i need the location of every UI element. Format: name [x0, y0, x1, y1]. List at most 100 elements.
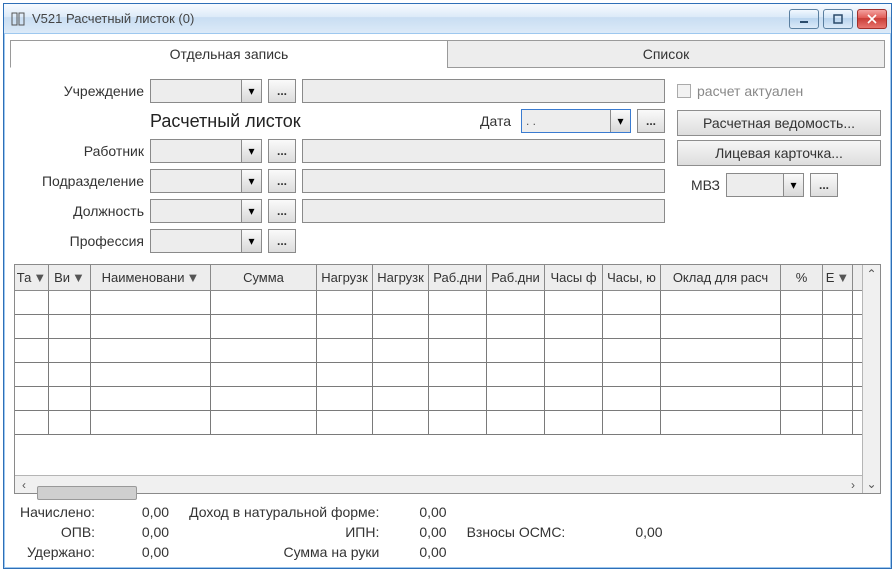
titlebar: V521 Расчетный листок (0) [4, 4, 891, 34]
col-header[interactable]: Наименовани▼ [91, 265, 211, 290]
col-header[interactable]: Нагрузк [373, 265, 429, 290]
form-right: расчет актуален Расчетная ведомость... Л… [677, 76, 881, 256]
row-profession: Профессия ▾ ... [14, 226, 665, 256]
col-header[interactable]: Раб.дни [429, 265, 487, 290]
total-opv-label: ОПВ: [20, 524, 95, 540]
grid-header: Та▼ Ви▼ Наименовани▼ Сумма Нагрузк Нагру… [15, 265, 862, 291]
date-field[interactable]: . . ▾ [521, 109, 631, 133]
tab-list[interactable]: Список [447, 40, 885, 68]
close-button[interactable] [857, 9, 887, 29]
mvz-lookup-button[interactable]: ... [810, 173, 838, 197]
table-row[interactable] [15, 411, 862, 435]
col-header[interactable]: Сумма [211, 265, 317, 290]
total-ipn-value: 0,00 [419, 524, 446, 540]
total-withheld-value: 0,00 [125, 544, 169, 560]
date-value: . . [522, 110, 610, 132]
checkbox-label: расчет актуален [697, 83, 803, 99]
total-inkind-value: 0,00 [419, 504, 446, 520]
col-header[interactable]: Нагрузк [317, 265, 373, 290]
personal-card-button[interactable]: Лицевая карточка... [677, 140, 881, 166]
department-lookup-button[interactable]: ... [268, 169, 296, 193]
chevron-down-icon[interactable]: ▾ [783, 174, 803, 196]
institution-display [302, 79, 665, 103]
totals-col-2: Доход в натуральной форме: 0,00 ИПН: 0,0… [189, 504, 447, 560]
maximize-button[interactable] [823, 9, 853, 29]
totals-area: Начислено: 0,00 ОПВ: 0,00 Удержано: 0,00… [14, 504, 881, 564]
form-left: Учреждение ▾ ... Расчетный листок Дата .… [14, 76, 665, 256]
data-grid: Та▼ Ви▼ Наименовани▼ Сумма Нагрузк Нагру… [14, 264, 881, 494]
table-row[interactable] [15, 363, 862, 387]
total-opv-value: 0,00 [125, 524, 169, 540]
row-heading: Расчетный листок Дата . . ▾ ... [14, 106, 665, 136]
col-header[interactable]: Часы, ю [603, 265, 661, 290]
col-header[interactable]: Та▼ [15, 265, 49, 290]
chevron-down-icon[interactable]: ▾ [241, 140, 261, 162]
horizontal-scrollbar[interactable]: ‹ › [15, 475, 862, 493]
app-window: V521 Расчетный листок (0) Отдельная запи… [3, 3, 892, 569]
payroll-register-button[interactable]: Расчетная ведомость... [677, 110, 881, 136]
mvz-combo[interactable]: ▾ [726, 173, 804, 197]
chevron-down-icon[interactable]: ▾ [241, 230, 261, 252]
profession-combo[interactable]: ▾ [150, 229, 262, 253]
table-row[interactable] [15, 315, 862, 339]
employee-lookup-button[interactable]: ... [268, 139, 296, 163]
label-position: Должность [14, 203, 144, 219]
position-lookup-button[interactable]: ... [268, 199, 296, 223]
tab-individual[interactable]: Отдельная запись [10, 40, 448, 68]
col-header[interactable]: Ви▼ [49, 265, 91, 290]
label-date: Дата [480, 113, 511, 129]
label-department: Подразделение [14, 173, 144, 189]
row-mvz: МВЗ ▾ ... [677, 170, 881, 200]
filter-icon[interactable]: ▼ [187, 270, 200, 285]
scroll-down-icon[interactable]: ⌄ [866, 475, 876, 493]
institution-combo[interactable]: ▾ [150, 79, 262, 103]
total-net-label: Сумма на руки [189, 544, 379, 560]
table-row[interactable] [15, 339, 862, 363]
scroll-up-icon[interactable]: ⌃ [866, 265, 876, 283]
scroll-thumb[interactable] [37, 486, 137, 500]
grid-body[interactable] [15, 291, 862, 475]
col-header[interactable]: Е▼ [823, 265, 853, 290]
totals-col-3: Взносы ОСМС: 0,00 [467, 524, 663, 540]
tab-bar: Отдельная запись Список [10, 40, 885, 68]
chevron-down-icon[interactable]: ▾ [241, 170, 261, 192]
position-combo[interactable]: ▾ [150, 199, 262, 223]
minimize-button[interactable] [789, 9, 819, 29]
book-icon [10, 11, 26, 27]
totals-col-1: Начислено: 0,00 ОПВ: 0,00 Удержано: 0,00 [20, 504, 169, 560]
scroll-right-icon[interactable]: › [844, 478, 862, 492]
filter-icon[interactable]: ▼ [72, 270, 85, 285]
chevron-down-icon[interactable]: ▾ [610, 110, 630, 132]
section-heading: Расчетный листок [150, 111, 474, 132]
total-inkind-label: Доход в натуральной форме: [189, 504, 379, 520]
chevron-down-icon[interactable]: ▾ [241, 80, 261, 102]
label-profession: Профессия [14, 233, 144, 249]
filter-icon[interactable]: ▼ [836, 270, 849, 285]
total-osms-label: Взносы ОСМС: [467, 524, 566, 540]
chevron-down-icon[interactable]: ▾ [241, 200, 261, 222]
total-accrued-value: 0,00 [125, 504, 169, 520]
col-header[interactable]: Часы ф [545, 265, 603, 290]
filter-icon[interactable]: ▼ [33, 270, 46, 285]
col-header[interactable]: % [781, 265, 823, 290]
col-header[interactable]: Раб.дни [487, 265, 545, 290]
institution-lookup-button[interactable]: ... [268, 79, 296, 103]
checkbox-actual[interactable]: расчет актуален [677, 76, 881, 106]
window-buttons [789, 9, 887, 29]
department-combo[interactable]: ▾ [150, 169, 262, 193]
date-lookup-button[interactable]: ... [637, 109, 665, 133]
employee-display [302, 139, 665, 163]
total-withheld-label: Удержано: [20, 544, 95, 560]
label-institution: Учреждение [14, 83, 144, 99]
vertical-scrollbar[interactable]: ⌃ ⌄ [862, 265, 880, 493]
col-header[interactable]: Оклад для расч [661, 265, 781, 290]
row-position: Должность ▾ ... [14, 196, 665, 226]
label-employee: Работник [14, 143, 144, 159]
scroll-left-icon[interactable]: ‹ [15, 478, 33, 492]
employee-combo[interactable]: ▾ [150, 139, 262, 163]
table-row[interactable] [15, 291, 862, 315]
table-row[interactable] [15, 387, 862, 411]
form-area: Учреждение ▾ ... Расчетный листок Дата .… [14, 76, 881, 256]
row-institution: Учреждение ▾ ... [14, 76, 665, 106]
profession-lookup-button[interactable]: ... [268, 229, 296, 253]
